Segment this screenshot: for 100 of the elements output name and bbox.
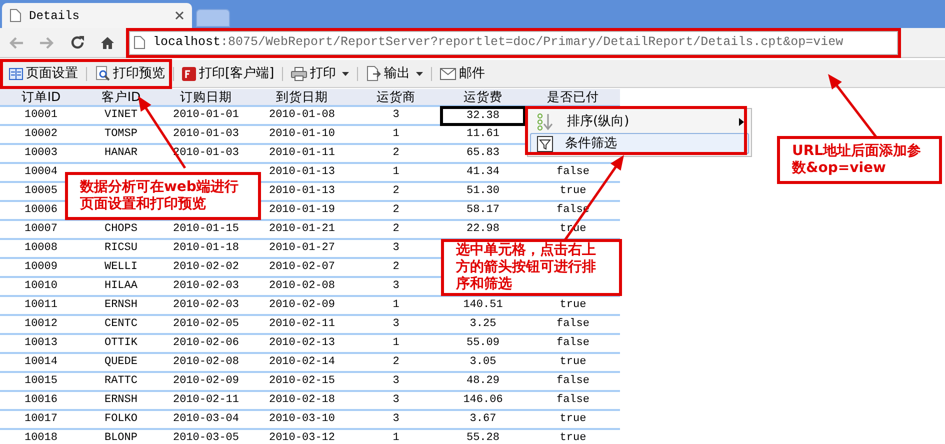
- table-cell-text: 2010-02-09: [268, 298, 335, 314]
- mail-icon: [440, 68, 456, 80]
- printer-icon: [291, 66, 308, 80]
- table-cell-text: 2010-01-19: [268, 203, 335, 218]
- page-icon: [9, 68, 23, 80]
- table-cell-text: 2010-01-15: [172, 222, 239, 238]
- table-cell-text: 2010-02-05: [172, 317, 239, 332]
- table-cell-text: 10010: [24, 279, 58, 294]
- toolbar-button[interactable]: 打印预览: [93, 64, 167, 84]
- callout-text: 数据分析可在web端进行页面设置和打印预览: [80, 179, 240, 213]
- table-cell-text: 3: [392, 108, 400, 124]
- table-cell-text: 51.30: [466, 184, 500, 200]
- table-cell-text: QUEDE: [104, 355, 138, 370]
- table-cell-text: 58.17: [466, 203, 500, 218]
- table-cell-text: 10018: [24, 431, 58, 444]
- toolbar-button[interactable]: 页面设置: [7, 64, 80, 84]
- table-cell-text: 2010-01-21: [268, 222, 335, 238]
- table-cell-text: 2010-03-10: [268, 412, 335, 428]
- filter-icon: [537, 136, 553, 152]
- browser-tab[interactable]: Details: [2, 3, 192, 28]
- table-cell-text: 10007: [24, 222, 58, 238]
- table-cell-text: 2010-01-08: [268, 108, 335, 124]
- table-cell-text: HANAR: [104, 146, 138, 162]
- tab-title: Details: [29, 8, 80, 24]
- column-header: 到货日期: [275, 89, 329, 105]
- table-cell-text: 10008: [24, 241, 58, 256]
- table-cell-text: 2010-02-11: [268, 317, 335, 332]
- address-field[interactable]: localhost:8075/WebReport/ReportServer?reportlet=doc/Primary/DetailReport/Details.cpt&op=view: [129, 30, 898, 54]
- table-cell-text: 3.05: [470, 355, 496, 370]
- table-cell-text: OTTIK: [104, 336, 138, 352]
- toolbar-button[interactable]: 邮件: [438, 64, 488, 84]
- table-cell-text: false: [556, 336, 590, 352]
- table-cell-text: 2010-02-09: [172, 374, 239, 390]
- column-header: 运货费: [462, 89, 504, 105]
- sort-icon: [537, 112, 555, 130]
- table-cell-text: 55.09: [466, 336, 500, 352]
- table-cell-text: 2010-02-13: [268, 336, 335, 352]
- table-cell-text: true: [560, 355, 586, 370]
- menu-label: 排序(纵向): [567, 112, 630, 131]
- table-cell-text: 2: [392, 184, 400, 200]
- table-cell-text: 10006: [24, 203, 58, 218]
- table-cell-text: 10015: [24, 374, 58, 390]
- flash-icon: [182, 66, 196, 80]
- page-icon: [134, 36, 145, 49]
- table-cell-text: true: [560, 184, 586, 200]
- table-cell-text: false: [556, 165, 590, 180]
- table-cell-text: true: [560, 431, 586, 444]
- table-cell: 32.38: [440, 106, 526, 126]
- table-cell-text: 10002: [24, 127, 58, 142]
- close-icon[interactable]: [175, 11, 184, 20]
- menu-item[interactable]: 排序(纵向): [530, 111, 749, 132]
- table-cell-text: 10014: [24, 355, 58, 370]
- table-cell-text: 3: [392, 393, 400, 408]
- table-cell-text: 3: [392, 374, 400, 390]
- table-cell-text: 1: [392, 336, 400, 352]
- toolbar-button[interactable]: 输出: [364, 64, 426, 84]
- table-cell-text: 2010-01-03: [172, 127, 239, 142]
- home-icon[interactable]: [100, 36, 115, 50]
- table-cell-text: 2010-03-05: [172, 431, 239, 444]
- table-cell-text: 2010-02-03: [172, 298, 239, 314]
- table-cell-text: 2010-01-13: [268, 165, 335, 180]
- table-cell-text: true: [560, 412, 586, 428]
- table-cell-text: RICSU: [104, 241, 138, 256]
- table-cell-text: 2010-02-06: [172, 336, 239, 352]
- table-cell-text: 2: [392, 146, 400, 162]
- table-cell-text: 10013: [24, 336, 58, 352]
- table-cell-text: 3: [392, 317, 400, 332]
- table-cell-text: 2010-01-10: [268, 127, 335, 142]
- reload-icon[interactable]: [70, 35, 85, 50]
- table-cell-text: 2010-02-03: [172, 279, 239, 294]
- table-cell-text: 2010-03-12: [268, 431, 335, 444]
- table-cell-text: 2010-01-18: [172, 241, 239, 256]
- table-cell-text: 2010-02-08: [172, 355, 239, 370]
- column-header: 订单ID: [20, 89, 62, 105]
- column-header: 运货商: [376, 89, 416, 105]
- table-cell-text: 2010-02-11: [172, 393, 239, 408]
- table-cell-text: 55.28: [466, 431, 500, 444]
- table-cell-text: 10009: [24, 260, 58, 276]
- table-cell-text: 1: [392, 165, 400, 180]
- page-icon: [10, 9, 21, 22]
- table-cell-text: 2010-01-11: [268, 146, 335, 162]
- table-cell-text: 48.29: [466, 374, 500, 390]
- toolbar-button[interactable]: 打印[客户端]: [180, 64, 276, 84]
- table-cell-text: 2010-01-27: [268, 241, 335, 256]
- table-cell-text: FOLKO: [104, 412, 138, 428]
- column-header: 订购日期: [179, 89, 233, 105]
- table-cell-text: 41.34: [466, 165, 500, 180]
- table-cell-text: 2010-02-07: [268, 260, 335, 276]
- table-cell-text: CHOPS: [104, 222, 138, 238]
- table-cell-text: 10012: [24, 317, 58, 332]
- toolbar-button[interactable]: 打印: [289, 64, 352, 84]
- table-cell-text: 11.61: [466, 127, 500, 142]
- table-cell-text: 3: [392, 241, 400, 256]
- table-cell-text: RATTC: [104, 374, 138, 390]
- table-cell-text: 140.51: [463, 298, 503, 314]
- table-cell-text: 2010-03-04: [172, 412, 239, 428]
- table-cell-text: TOMSP: [104, 127, 138, 142]
- table-cell-text: 2: [392, 355, 400, 370]
- column-header: 客户ID: [100, 89, 142, 105]
- table-cell-text: 10017: [24, 412, 58, 428]
